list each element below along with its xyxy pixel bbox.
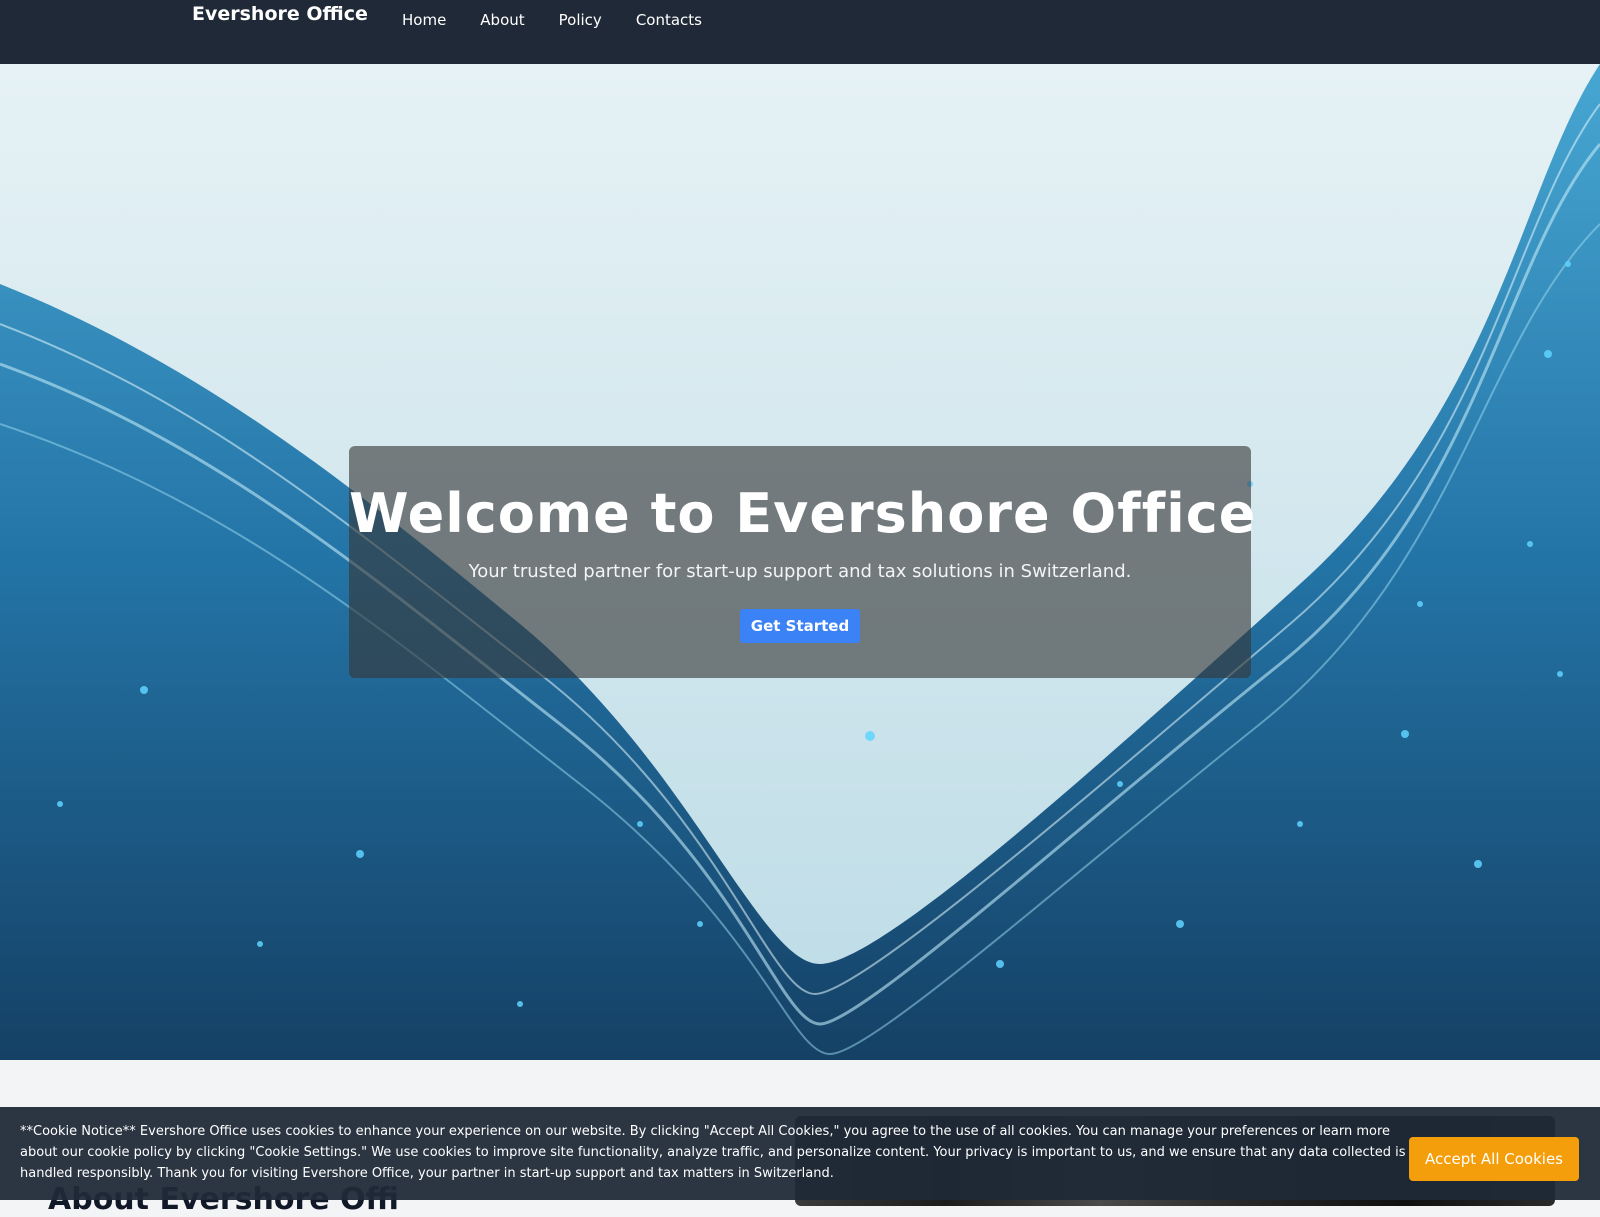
- cookie-notice-text: **Cookie Notice** Evershore Office uses …: [20, 1124, 1406, 1181]
- nav-link-about[interactable]: About: [480, 10, 524, 30]
- accept-all-cookies-button[interactable]: Accept All Cookies: [1409, 1137, 1579, 1181]
- hero-subtitle: Your trusted partner for start-up suppor…: [468, 561, 1132, 582]
- hero-section: Welcome to Evershore Office Your trusted…: [0, 64, 1600, 1060]
- hero-title: Welcome to Evershore Office: [349, 482, 1257, 545]
- nav-link-home[interactable]: Home: [402, 10, 446, 30]
- hero-card: Welcome to Evershore Office Your trusted…: [349, 446, 1257, 678]
- get-started-button[interactable]: Get Started: [740, 609, 860, 643]
- nav-link-contacts[interactable]: Contacts: [636, 10, 702, 30]
- navbar: Evershore Office Home About Policy Conta…: [0, 0, 1600, 64]
- cookie-banner: **Cookie Notice** Evershore Office uses …: [0, 1107, 1600, 1200]
- brand-logo-text[interactable]: Evershore Office: [192, 2, 368, 26]
- main-nav: Home About Policy Contacts: [402, 10, 736, 30]
- nav-link-policy[interactable]: Policy: [559, 10, 602, 30]
